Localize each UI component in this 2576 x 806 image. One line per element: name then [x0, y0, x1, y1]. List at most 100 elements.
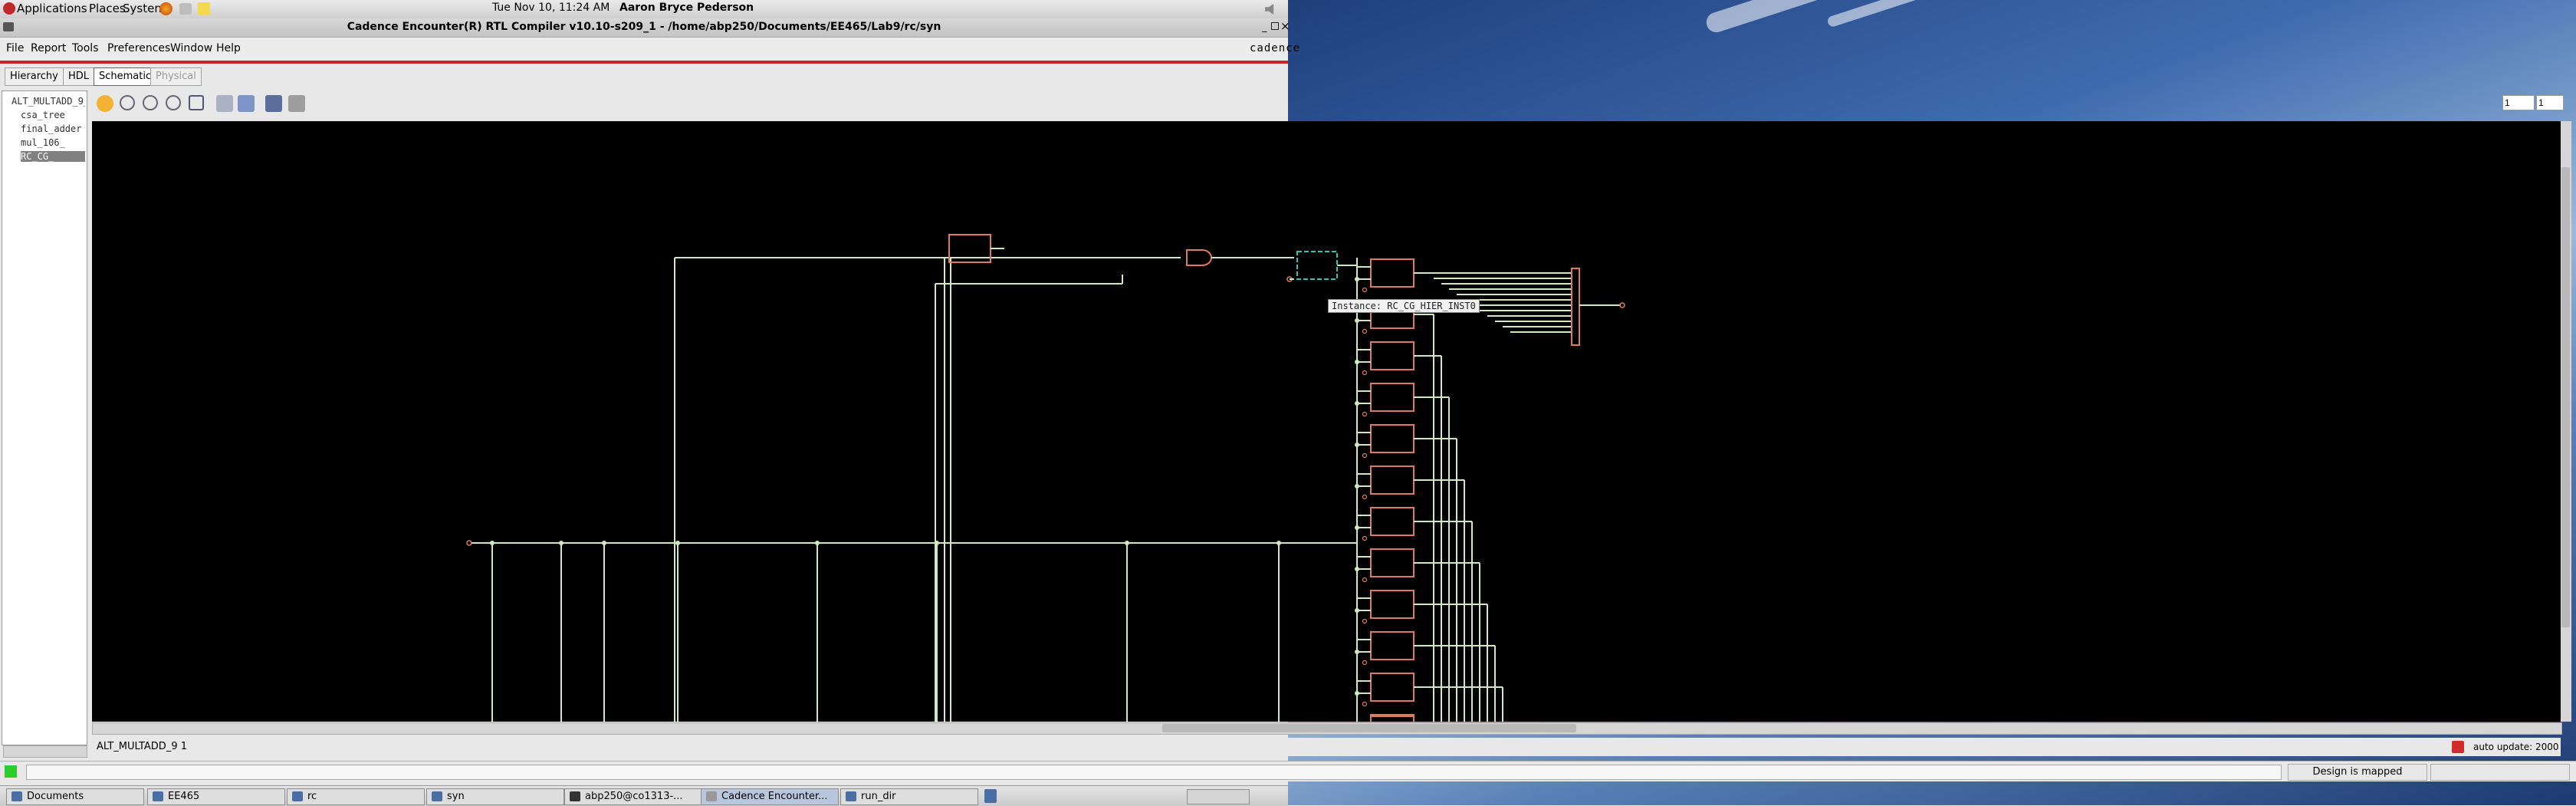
download-icon[interactable]	[2452, 741, 2464, 753]
print-icon[interactable]	[288, 95, 305, 112]
schematic-toolbar	[90, 92, 2564, 115]
page-number-input[interactable]	[2502, 95, 2535, 110]
folder-icon	[153, 791, 163, 801]
instance-tooltip-text: Instance: RC_CG_HIER_INST0	[1332, 301, 1476, 311]
vscroll-thumb[interactable]	[2561, 167, 2570, 627]
tree-root[interactable]: ALT_MULTADD_9_1	[12, 96, 85, 107]
window-title: Cadence Encounter(R) RTL Compiler v10.10…	[347, 21, 941, 33]
zoom-in-icon[interactable]	[143, 95, 158, 110]
junction	[490, 541, 495, 545]
task-documents[interactable]: Documents	[6, 788, 144, 805]
distro-logo-icon[interactable]	[3, 2, 15, 15]
notes-icon[interactable]	[198, 2, 210, 15]
show-desktop-icon[interactable]	[1187, 789, 1250, 804]
schematic-drawing[interactable]	[92, 121, 2561, 722]
tab-hierarchy[interactable]: Hierarchy	[5, 67, 64, 86]
maximize-icon[interactable]	[1271, 22, 1279, 30]
command-input[interactable]	[26, 765, 2282, 780]
menu-window[interactable]: Window	[170, 42, 212, 54]
menu-bar: File Report Tools Preferences Window Hel…	[0, 38, 1300, 64]
clock[interactable]: Tue Nov 10, 11:24 AM	[492, 2, 610, 14]
tab-schematic[interactable]: Schematic	[94, 67, 157, 86]
register-cell	[1370, 507, 1414, 536]
pin	[1362, 411, 1368, 417]
task-label: Documents	[27, 791, 84, 802]
zoom-out-icon[interactable]	[166, 95, 181, 110]
workspace-switcher-icon[interactable]	[984, 789, 997, 803]
task-label: rc	[307, 791, 317, 802]
register-cell	[1370, 341, 1414, 370]
schematic-vscrollbar[interactable]	[2561, 121, 2571, 722]
junction	[1276, 541, 1281, 545]
menu-help[interactable]: Help	[216, 42, 241, 54]
junction	[1355, 318, 1359, 323]
view-tabs: Hierarchy HDL Schematic Physical	[0, 64, 1288, 90]
zoom-fit-icon[interactable]	[120, 95, 135, 110]
save-icon[interactable]	[265, 95, 282, 112]
design-state-box: Design is mapped	[2288, 764, 2427, 781]
task-terminal[interactable]: abp250@co1313-...	[564, 788, 702, 805]
places-menu[interactable]: Places	[89, 2, 126, 15]
close-icon[interactable]: ×	[1280, 19, 1290, 33]
tab-hdl[interactable]: HDL	[63, 67, 95, 86]
junction	[1355, 401, 1359, 406]
select-icon[interactable]	[238, 95, 255, 112]
pin	[1362, 660, 1368, 666]
design-name-label: ALT_MULTADD_9 1	[97, 741, 187, 752]
output-mux	[1571, 268, 1580, 346]
task-label: run_dir	[861, 791, 896, 802]
window-icon	[706, 791, 717, 801]
rtl-compiler-window: Cadence Encounter(R) RTL Compiler v10.10…	[0, 18, 2576, 785]
menu-report[interactable]: Report	[31, 42, 66, 54]
pin	[1362, 370, 1368, 376]
schematic-hscrollbar[interactable]	[92, 722, 2562, 735]
menu-tools[interactable]: Tools	[72, 42, 99, 54]
pin	[1362, 452, 1368, 459]
menu-file[interactable]: File	[6, 42, 24, 54]
volume-icon[interactable]	[1265, 4, 1274, 15]
task-cadence[interactable]: Cadence Encounter...	[701, 788, 839, 805]
status-led-icon	[5, 765, 17, 778]
page-total-field[interactable]	[2536, 95, 2564, 110]
tab-physical[interactable]: Physical	[150, 67, 202, 86]
pin	[1362, 535, 1368, 541]
user-name[interactable]: Aaron Bryce Pederson	[619, 2, 754, 14]
hscroll-thumb[interactable]	[1162, 724, 1576, 732]
tree-item-csa-tree[interactable]: csa_tree	[21, 110, 85, 120]
register-cell	[1370, 383, 1414, 412]
register-cell	[1370, 424, 1414, 453]
mail-icon[interactable]	[179, 3, 192, 15]
junction	[1355, 442, 1359, 447]
pin	[1362, 701, 1368, 707]
zoom-area-icon[interactable]	[189, 95, 204, 110]
junction	[1355, 650, 1359, 654]
task-run-dir[interactable]: run_dir	[840, 788, 978, 805]
tree-item-rc-cg-selected[interactable]: RC_CG_	[21, 151, 85, 162]
clock-gate-cell-selected	[1296, 251, 1338, 280]
search-icon[interactable]	[216, 95, 233, 112]
task-rc[interactable]: rc	[287, 788, 425, 805]
hierarchy-tree-panel: ALT_MULTADD_9_1 csa_tree final_adder mul…	[2, 90, 87, 745]
schematic-canvas[interactable]: Instance: RC_CG_HIER_INST0	[92, 121, 2561, 722]
task-label: syn	[447, 791, 465, 802]
register-cell	[1370, 258, 1414, 288]
back-icon[interactable]	[97, 95, 113, 112]
task-ee465[interactable]: EE465	[147, 788, 285, 805]
taskbar: Documents EE465 rc syn abp250@co1313-...…	[0, 785, 1288, 806]
menu-preferences[interactable]: Preferences	[107, 42, 170, 54]
register-cell	[1370, 716, 1414, 722]
firefox-icon[interactable]	[159, 2, 172, 15]
tree-item-final-adder[interactable]: final_adder	[21, 123, 85, 134]
junction	[1355, 360, 1359, 364]
window-titlebar[interactable]: Cadence Encounter(R) RTL Compiler v10.10…	[0, 18, 1290, 38]
applications-menu[interactable]: Applications	[17, 2, 87, 15]
schematic-status-line: ALT_MULTADD_9 1 auto update: 2000	[90, 738, 2561, 756]
top-panel: Applications Places System Tue Nov 10, 1…	[0, 0, 1288, 19]
tree-hscrollbar[interactable]	[3, 745, 87, 758]
terminal-icon	[570, 791, 580, 801]
task-syn[interactable]: syn	[426, 788, 564, 805]
minimize-icon[interactable]: _	[1262, 21, 1267, 33]
tree-item-mul[interactable]: mul_106_	[21, 137, 85, 148]
folder-icon	[432, 791, 442, 801]
pin	[1362, 494, 1368, 500]
